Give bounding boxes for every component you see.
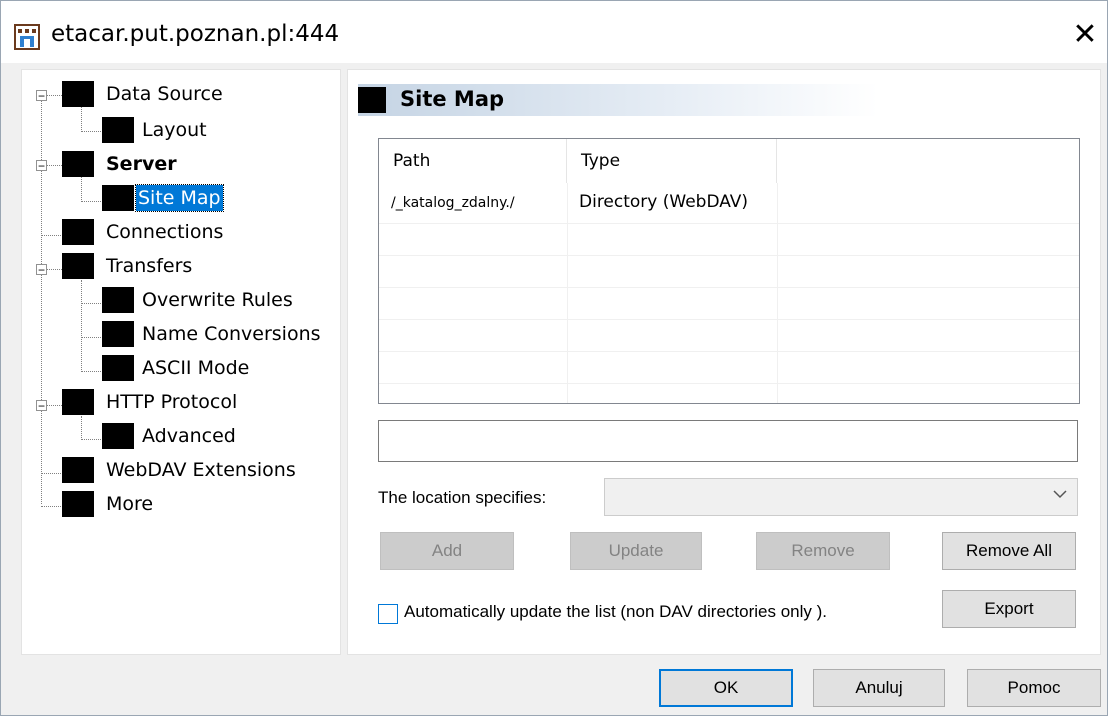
tree-connector: [81, 131, 103, 132]
tree-item-label: Data Source: [106, 83, 223, 105]
remove-button[interactable]: Remove: [756, 532, 890, 570]
update-button[interactable]: Update: [570, 532, 702, 570]
title-bar: etacar.put.poznan.pl:444 ✕: [1, 1, 1107, 63]
tree-connector: [81, 439, 103, 440]
collapse-icon[interactable]: −: [36, 160, 47, 172]
collapse-icon[interactable]: −: [36, 264, 47, 276]
node-icon: [62, 253, 94, 279]
tree-connector: [41, 506, 63, 507]
add-button[interactable]: Add: [380, 532, 514, 570]
auto-update-label[interactable]: Automatically update the list (non DAV d…: [404, 602, 827, 622]
tree-connector: [81, 303, 103, 304]
tree-item-label: Name Conversions: [142, 323, 321, 345]
site-map-panel: Site Map Path Type /_katalog_zdalny./ Di…: [347, 69, 1101, 655]
tree-connector: [81, 371, 103, 372]
ok-button[interactable]: OK: [659, 669, 793, 707]
category-tree: − − − − Data Source Layout Server Site M…: [21, 69, 341, 655]
node-icon: [62, 81, 94, 107]
node-icon: [62, 151, 94, 177]
cell-type[interactable]: Directory (WebDAV): [579, 192, 748, 212]
location-label: The location specifies:: [378, 488, 547, 507]
tree-connector: [41, 473, 63, 474]
tree-item-label: More: [106, 493, 154, 515]
tree-connector: [81, 201, 103, 202]
site-map-list[interactable]: Path Type /_katalog_zdalny./ Directory (…: [378, 138, 1080, 404]
row-divider: [379, 383, 1079, 384]
tree-item-label: Site Map: [135, 184, 224, 212]
tree-connector: [81, 176, 82, 202]
node-icon: [102, 185, 134, 211]
row-divider: [379, 287, 1079, 288]
location-select[interactable]: [604, 478, 1078, 516]
tree-connector: [81, 337, 103, 338]
window-title: etacar.put.poznan.pl:444: [51, 21, 340, 47]
node-icon: [62, 389, 94, 415]
column-header-path[interactable]: Path: [379, 139, 567, 183]
tree-connector: [81, 416, 82, 438]
row-divider: [379, 319, 1079, 320]
tree-connector: [46, 269, 62, 270]
node-icon: [102, 355, 134, 381]
tree-item-label: Layout: [142, 119, 207, 141]
collapse-icon[interactable]: −: [36, 90, 47, 102]
cancel-button[interactable]: Anuluj: [813, 669, 945, 707]
export-button[interactable]: Export: [942, 590, 1076, 628]
tree-connector: [41, 94, 42, 504]
tree-item-label: Overwrite Rules: [142, 289, 293, 311]
node-icon: [102, 117, 134, 143]
cell-path[interactable]: /_katalog_zdalny./: [391, 195, 515, 211]
panel-header-icon: [358, 87, 386, 113]
column-divider: [777, 183, 778, 403]
collapse-icon[interactable]: −: [36, 400, 47, 412]
tree-item-label: Server: [106, 153, 177, 175]
tree-connector: [46, 95, 62, 96]
tree-connector: [41, 235, 63, 236]
row-divider: [379, 223, 1079, 224]
tree-item-label: HTTP Protocol: [106, 391, 238, 413]
remove-all-button[interactable]: Remove All: [942, 532, 1076, 570]
row-divider: [379, 255, 1079, 256]
column-header-type[interactable]: Type: [567, 139, 777, 183]
chevron-down-icon: [1053, 490, 1067, 499]
tree-item-label: Advanced: [142, 425, 236, 447]
auto-update-checkbox[interactable]: [378, 604, 398, 624]
node-icon: [102, 321, 134, 347]
tree-item-label: Transfers: [106, 255, 193, 277]
dialog-window: etacar.put.poznan.pl:444 ✕ − − − − Data …: [0, 0, 1108, 716]
panel-header: Site Map: [358, 84, 878, 116]
path-input[interactable]: [378, 420, 1078, 462]
tree-connector: [81, 106, 82, 132]
tree-item-label: Connections: [106, 221, 224, 243]
tree-connector: [81, 280, 82, 370]
node-icon: [62, 491, 94, 517]
column-divider: [567, 183, 568, 403]
panel-title: Site Map: [400, 87, 505, 111]
node-icon: [62, 457, 94, 483]
node-icon: [102, 287, 134, 313]
tree-connector: [46, 405, 62, 406]
row-divider: [379, 351, 1079, 352]
node-icon: [102, 423, 134, 449]
node-icon: [62, 219, 94, 245]
app-icon: [14, 24, 40, 50]
tree-item-label: ASCII Mode: [142, 357, 250, 379]
close-icon[interactable]: ✕: [1067, 17, 1103, 53]
tree-connector: [46, 165, 62, 166]
help-button[interactable]: Pomoc: [967, 669, 1101, 707]
tree-item-label: WebDAV Extensions: [106, 459, 296, 481]
